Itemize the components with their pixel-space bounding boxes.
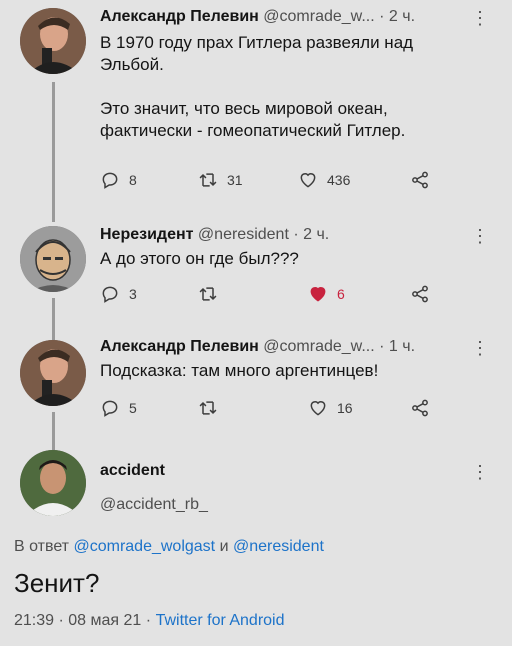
- author-name[interactable]: Александр Пелевин: [100, 8, 259, 25]
- more-options-icon[interactable]: ⋮: [471, 226, 489, 247]
- tweet-2: Нерезидент @neresident · 2 ч. ⋮ А до это…: [0, 224, 512, 304]
- retweet-button[interactable]: [198, 398, 227, 418]
- retweet-button[interactable]: [198, 284, 227, 304]
- reply-count: 8: [129, 172, 137, 188]
- retweet-count: 31: [227, 172, 243, 188]
- retweet-icon: [199, 401, 217, 415]
- timestamp[interactable]: · 2 ч.: [379, 8, 415, 25]
- reply-icon: [102, 286, 118, 303]
- post-date[interactable]: 08 мая 21: [68, 612, 141, 629]
- author-handle[interactable]: @comrade_w...: [263, 8, 374, 25]
- share-icon: [412, 399, 428, 417]
- author-name[interactable]: Александр Пелевин: [100, 338, 259, 355]
- author-handle[interactable]: @accident_rb_: [100, 496, 208, 514]
- author-handle[interactable]: @neresident: [198, 226, 289, 243]
- more-options-icon[interactable]: ⋮: [471, 338, 489, 359]
- timestamp[interactable]: · 1 ч.: [379, 338, 415, 355]
- like-button[interactable]: 16: [308, 398, 353, 418]
- more-options-icon[interactable]: ⋮: [471, 8, 489, 29]
- tweet-text: Зенит?: [14, 568, 100, 598]
- reply-button[interactable]: 3: [100, 284, 137, 304]
- like-count: 6: [337, 286, 345, 302]
- like-button[interactable]: 436: [298, 170, 350, 190]
- focused-tweet: accident ⋮ @accident_rb_ В ответ @comrad…: [0, 448, 512, 638]
- retweet-icon: [199, 173, 217, 187]
- tweet-header: Александр Пелевин @comrade_w... · 2 ч.: [100, 8, 415, 26]
- like-count: 436: [327, 172, 351, 188]
- share-button[interactable]: [410, 398, 430, 418]
- like-count: 16: [337, 400, 353, 416]
- author-name[interactable]: Нерезидент: [100, 226, 193, 243]
- mention-link[interactable]: @neresident: [233, 538, 324, 555]
- timestamp[interactable]: · 2 ч.: [293, 226, 329, 243]
- tweet-header: Александр Пелевин @comrade_w... · 1 ч.: [100, 338, 415, 356]
- avatar[interactable]: [20, 340, 86, 406]
- source-link[interactable]: Twitter for Android: [156, 612, 285, 629]
- reply-prefix: В ответ: [14, 538, 70, 555]
- reply-context: В ответ @comrade_wolgast и @neresident: [14, 538, 324, 556]
- author-handle[interactable]: @comrade_w...: [263, 338, 374, 355]
- avatar[interactable]: [20, 450, 86, 516]
- tweet-header: Нерезидент @neresident · 2 ч.: [100, 226, 329, 244]
- tweet-text: В 1970 году прах Гитлера развеяли над Эл…: [100, 33, 414, 140]
- reply-count: 3: [129, 286, 137, 302]
- separator: ·: [58, 612, 64, 629]
- heart-icon: [310, 287, 326, 302]
- author-name[interactable]: accident: [100, 462, 165, 480]
- reply-icon: [102, 172, 118, 189]
- tweet-text: А до этого он где был???: [100, 249, 299, 268]
- reply-and: и: [219, 538, 229, 555]
- reply-icon: [102, 400, 118, 417]
- share-icon: [412, 171, 428, 189]
- share-button[interactable]: [410, 284, 430, 304]
- share-icon: [412, 285, 428, 303]
- tweet-actions: 8 31 436: [100, 170, 440, 194]
- tweet-actions: 5 16: [100, 398, 440, 422]
- tweet-footer: 21:39 · 08 мая 21 · Twitter for Android: [14, 612, 285, 630]
- more-options-icon[interactable]: ⋮: [471, 462, 489, 483]
- retweet-icon: [199, 287, 217, 301]
- heart-icon: [300, 173, 316, 188]
- tweet-text: Подсказка: там много аргентинцев!: [100, 361, 379, 380]
- avatar[interactable]: [20, 8, 86, 74]
- reply-button[interactable]: 5: [100, 398, 137, 418]
- post-time[interactable]: 21:39: [14, 612, 54, 629]
- separator: ·: [145, 612, 152, 629]
- mention-link[interactable]: @comrade_wolgast: [73, 538, 215, 555]
- tweet-actions: 3 6: [100, 284, 440, 308]
- retweet-button[interactable]: 31: [198, 170, 243, 190]
- avatar[interactable]: [20, 226, 86, 292]
- tweet-1: Александр Пелевин @comrade_w... · 2 ч. ⋮…: [0, 6, 512, 196]
- tweet-3: Александр Пелевин @comrade_w... · 1 ч. ⋮…: [0, 338, 512, 418]
- reply-button[interactable]: 8: [100, 170, 137, 190]
- thread-line: [52, 298, 55, 340]
- reply-count: 5: [129, 400, 137, 416]
- share-button[interactable]: [410, 170, 430, 190]
- like-button[interactable]: 6: [308, 284, 345, 304]
- heart-icon: [310, 401, 326, 416]
